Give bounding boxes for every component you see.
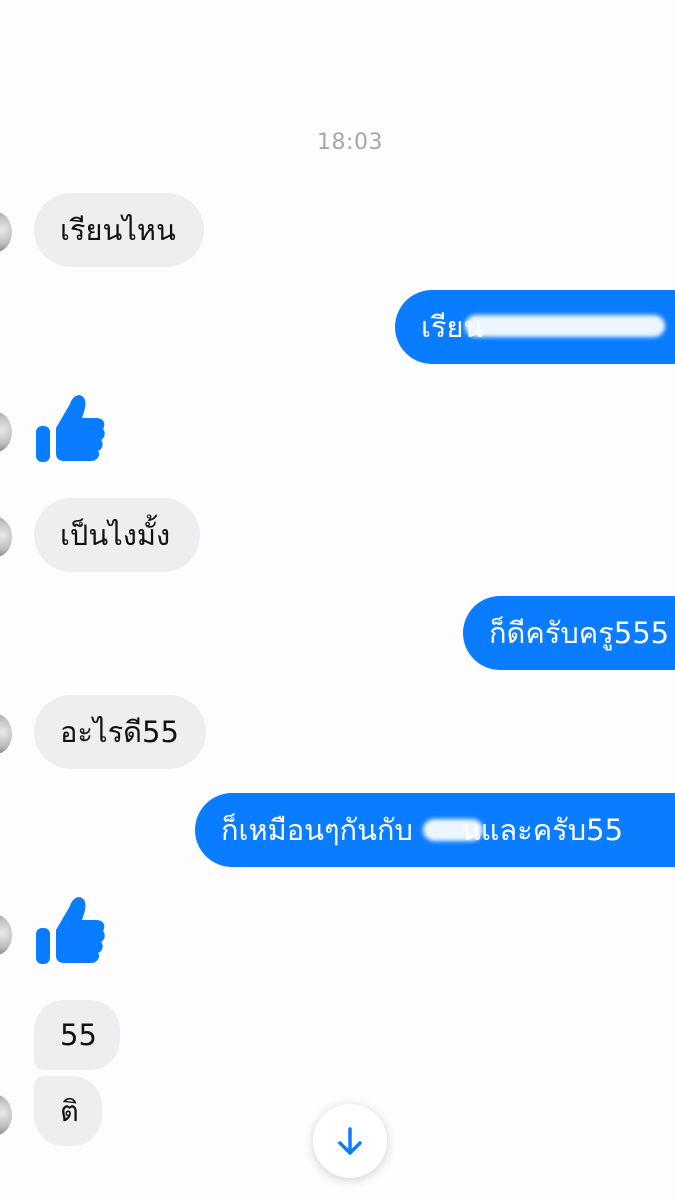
outgoing-message[interactable]: เรียน — [395, 290, 675, 364]
incoming-message[interactable]: เป็นไงมั้ง — [34, 498, 200, 572]
chat-screen: 18:03 เรียนไหน เรียน เป็นไงมั้ง ก็ดีครับ… — [0, 0, 675, 1200]
redaction-mark — [465, 315, 665, 337]
message-text: 55 — [60, 1018, 97, 1052]
message-text-continued: นและครับ55 — [460, 813, 624, 847]
message-timestamp: 18:03 — [317, 130, 383, 155]
contact-avatar[interactable] — [0, 412, 12, 452]
redaction-mark — [423, 819, 483, 841]
contact-avatar[interactable] — [0, 212, 12, 252]
message-text: ก็เหมือนๆกันกับ — [221, 813, 413, 847]
incoming-message[interactable]: 55 — [34, 1000, 120, 1070]
contact-avatar[interactable] — [0, 1095, 12, 1135]
message-text: อะไรดี55 — [60, 715, 179, 749]
contact-avatar[interactable] — [0, 714, 12, 754]
message-text: เป็นไงมั้ง — [60, 518, 171, 552]
contact-avatar[interactable] — [0, 915, 12, 955]
outgoing-message[interactable]: ก็เหมือนๆกันกับ นและครับ55 — [195, 793, 675, 867]
contact-avatar[interactable] — [0, 517, 12, 557]
arrow-down-icon — [338, 1127, 362, 1155]
thumbs-up-icon[interactable] — [34, 390, 106, 464]
message-text: เรียนไหน — [60, 213, 176, 247]
thumbs-up-icon[interactable] — [34, 892, 106, 966]
incoming-message[interactable]: อะไรดี55 — [34, 695, 206, 769]
incoming-message[interactable]: ติ — [34, 1076, 102, 1146]
scroll-to-bottom-button[interactable] — [313, 1104, 387, 1178]
message-text: ก็ดีครับครู555 — [489, 616, 670, 650]
message-text: ติ — [60, 1094, 79, 1128]
incoming-message[interactable]: เรียนไหน — [34, 193, 204, 267]
outgoing-message[interactable]: ก็ดีครับครู555 — [463, 596, 675, 670]
